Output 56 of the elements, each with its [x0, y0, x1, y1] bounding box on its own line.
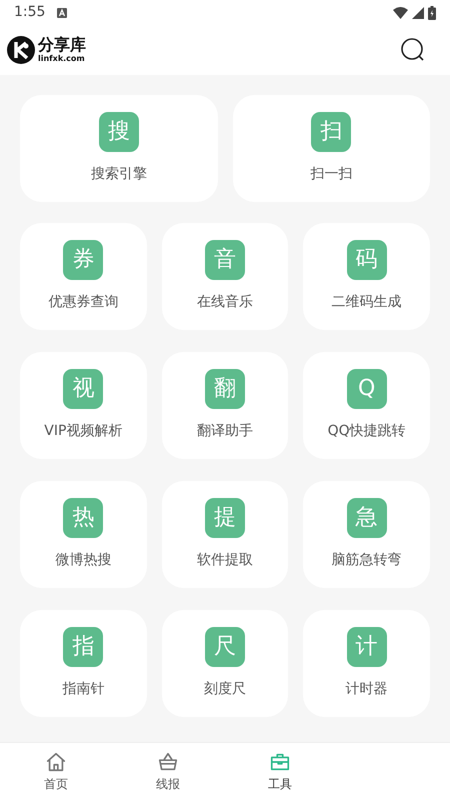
tool-card[interactable]: 码 二维码生成 — [303, 223, 430, 330]
tool-icon: 翻 — [204, 369, 245, 409]
nav-tab[interactable]: 线报 — [112, 743, 224, 800]
tool-card[interactable]: 提 软件提取 — [162, 481, 288, 588]
nav-tab[interactable]: 工具 — [224, 743, 336, 800]
tool-card[interactable]: 翻 翻译助手 — [162, 352, 288, 459]
tool-label: 搜索引擎 — [90, 165, 147, 184]
logo-icon — [6, 35, 36, 65]
tool-card[interactable]: 计 计时器 — [303, 610, 430, 717]
tool-icon: 券 — [63, 240, 104, 280]
tool-icon: 扫 — [311, 112, 352, 152]
nav-tab[interactable]: 首页 — [0, 743, 112, 800]
tool-label: 脑筋急转弯 — [332, 551, 402, 570]
tool-card[interactable]: 音 在线音乐 — [162, 223, 288, 330]
logo-text: 分享库 — [38, 37, 86, 53]
tool-label: 优惠券查询 — [48, 293, 118, 312]
tool-card[interactable]: 指 指南针 — [20, 610, 147, 717]
logo-domain: linfxk.com — [38, 55, 86, 63]
battery-icon — [428, 6, 436, 20]
tool-icon: 音 — [204, 240, 245, 280]
tool-card[interactable]: 视 VIP视频解析 — [20, 352, 147, 459]
wifi-icon — [393, 6, 408, 18]
tool-icon: 提 — [204, 498, 245, 538]
tool-icon: 尺 — [204, 627, 245, 667]
tool-icon: 视 — [63, 369, 104, 409]
tool-label: 计时器 — [346, 680, 388, 699]
tool-label: 刻度尺 — [204, 680, 246, 699]
tool-card[interactable]: 急 脑筋急转弯 — [303, 481, 430, 588]
signal-icon — [412, 6, 424, 18]
tool-card[interactable]: 扫 扫一扫 — [232, 95, 430, 202]
tool-card[interactable]: 券 优惠券查询 — [20, 223, 147, 330]
tool-label: 微博热搜 — [55, 551, 112, 570]
tool-icon: 计 — [346, 627, 387, 667]
tool-label: 二维码生成 — [332, 293, 402, 312]
tool-icon: 码 — [346, 240, 387, 280]
home-icon — [45, 750, 67, 772]
tool-card[interactable]: 尺 刻度尺 — [162, 610, 288, 717]
tool-label: 在线音乐 — [196, 293, 253, 312]
tool-icon: Q — [346, 369, 387, 409]
tool-icon: 热 — [63, 498, 104, 538]
tool-label: 指南针 — [62, 680, 104, 699]
search-icon — [400, 37, 426, 63]
tool-card[interactable]: 搜 搜索引擎 — [20, 95, 218, 202]
status-time: 1:55 — [14, 3, 46, 22]
tool-label: VIP视频解析 — [44, 422, 122, 441]
tool-icon: 搜 — [98, 112, 139, 152]
tool-icon: 急 — [346, 498, 387, 538]
tool-label: 软件提取 — [196, 551, 253, 570]
tool-label: 翻译助手 — [196, 422, 253, 441]
tool-label: 扫一扫 — [310, 165, 352, 184]
basket-icon — [157, 750, 179, 772]
tool-card[interactable]: 热 微博热搜 — [20, 481, 147, 588]
notification-icon — [57, 8, 68, 18]
tool-card[interactable]: Q QQ快捷跳转 — [303, 352, 430, 459]
tool-label: QQ快捷跳转 — [328, 422, 406, 441]
tool-icon: 指 — [63, 627, 104, 667]
